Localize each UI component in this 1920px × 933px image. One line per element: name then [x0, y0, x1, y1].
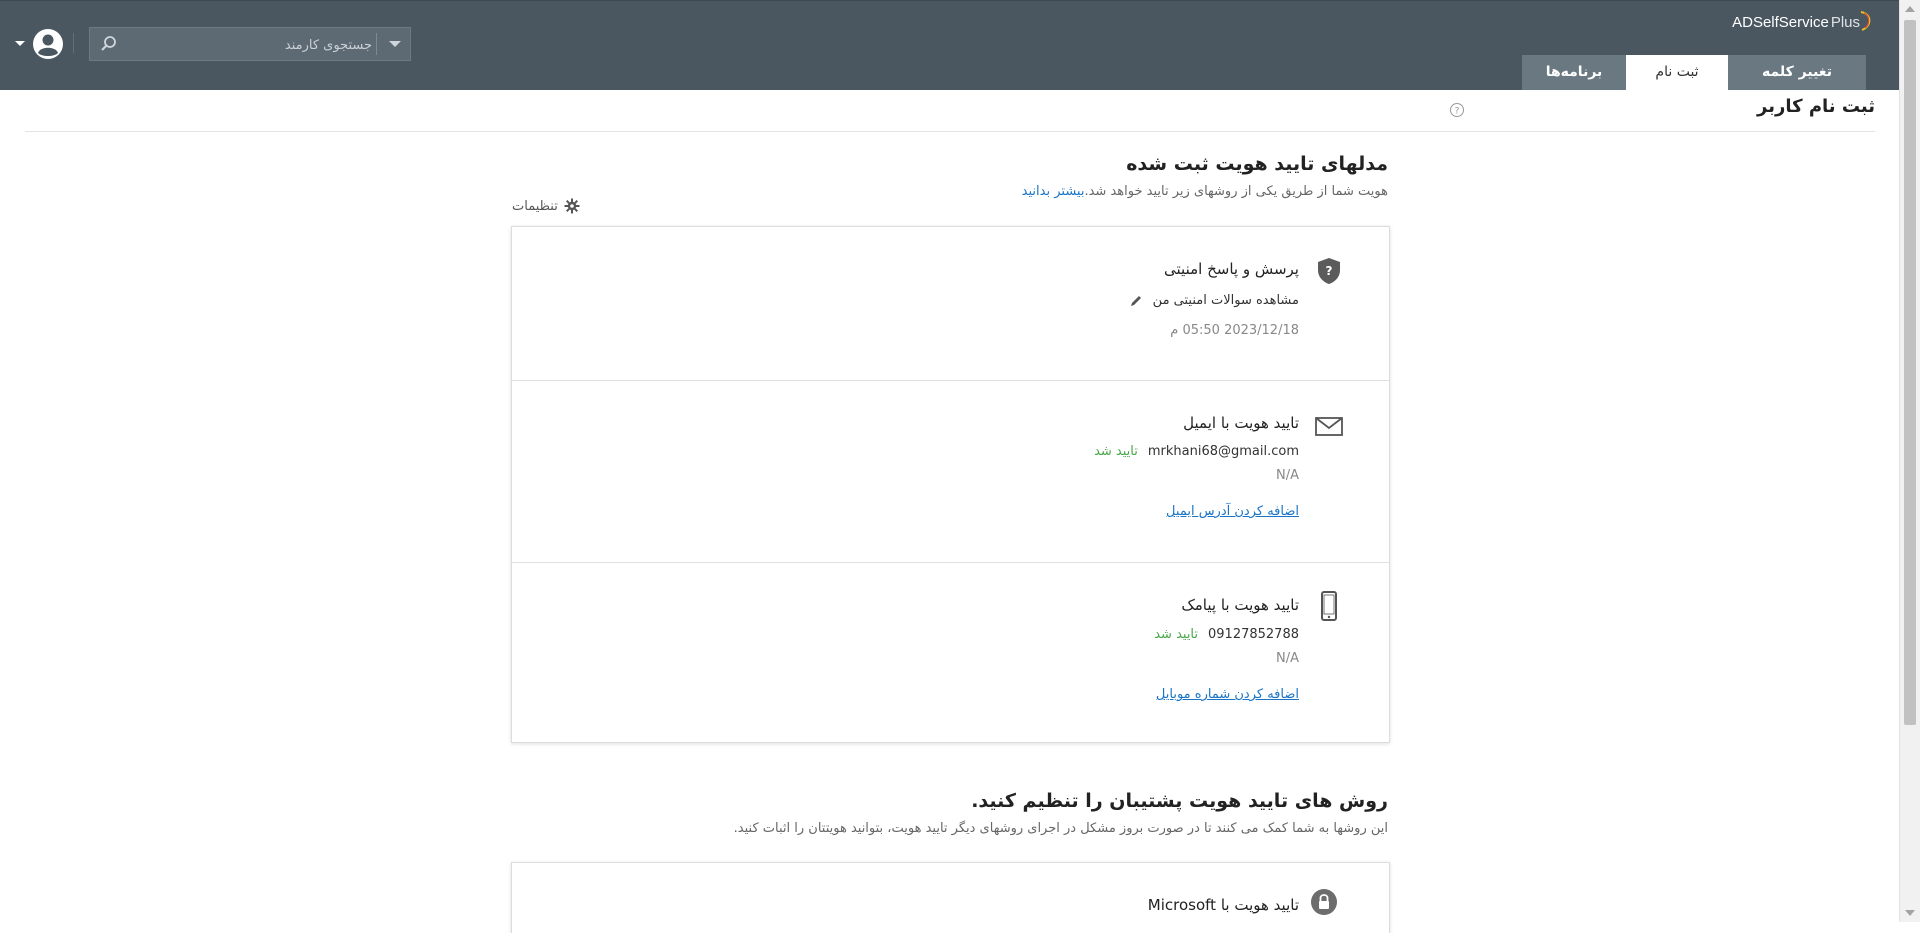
mobile-phone-icon — [1321, 591, 1337, 621]
top-header: ADSelfService Plus تغییر کلمه عبور ثبت ن… — [0, 0, 1900, 115]
pencil-icon[interactable] — [1129, 294, 1143, 308]
page-scrollbar[interactable] — [1899, 0, 1920, 922]
email-extra: N/A — [1276, 468, 1299, 483]
main-tabs: تغییر کلمه عبور ثبت نام برنامه‌ها — [1522, 55, 1866, 115]
brand-plus: Plus — [1830, 14, 1860, 31]
brand-name: ADSelfService — [1732, 14, 1829, 31]
chevron-down-icon[interactable] — [389, 41, 401, 47]
title-divider — [25, 131, 1875, 132]
user-menu-caret-icon[interactable] — [15, 41, 25, 46]
tab-change-password[interactable]: تغییر کلمه عبور — [1728, 55, 1866, 115]
search-divider — [376, 33, 377, 55]
gear-icon — [564, 198, 580, 214]
email-address-row: mrkhani68@gmail.com تایید شد — [1094, 444, 1299, 459]
backup-methods-subtitle: این روشها به شما کمک می کنند تا در صورت … — [733, 821, 1388, 836]
backup-methods-heading: روش های تایید هویت پشتیبان را تنظیم کنید… — [971, 790, 1388, 812]
sms-number-row: 09127852788 تایید شد — [1154, 627, 1299, 642]
add-email-link[interactable]: اضافه کردن آدرس ایمیل — [1166, 504, 1299, 519]
envelope-icon — [1315, 417, 1343, 436]
search-input[interactable] — [120, 28, 374, 62]
logo-swoosh-icon — [1860, 11, 1871, 31]
mobile-number: 09127852788 — [1208, 627, 1299, 642]
view-questions-row[interactable]: مشاهده سوالات امنیتی من — [1129, 293, 1299, 308]
settings-button[interactable]: تنظیمات — [512, 198, 580, 214]
security-qa-timestamp: 2023/12/18 05:50 م — [1170, 323, 1299, 338]
lock-icon — [1311, 889, 1337, 915]
backup-methods-list: تایید هویت با Microsoft — [511, 862, 1390, 933]
registered-methods-list: ? پرسش و پاسخ امنیتی مشاهده سوالات امنیت… — [511, 226, 1390, 743]
sms-verified-badge: تایید شد — [1154, 627, 1199, 642]
tab-enrollment[interactable]: ثبت نام — [1626, 55, 1728, 90]
tab-applications[interactable]: برنامه‌ها — [1522, 55, 1626, 90]
email-title: تایید هویت با ایمیل — [1183, 414, 1299, 432]
svg-text:?: ? — [1455, 107, 1460, 117]
settings-label: تنظیمات — [512, 198, 558, 214]
svg-text:?: ? — [1326, 264, 1333, 278]
employee-search — [89, 27, 411, 62]
registered-methods-subtitle: هویت شما از طریق یکی از روشهای زیر تایید… — [1022, 184, 1388, 199]
learn-more-link[interactable]: بیشتر بدانید — [1022, 184, 1085, 199]
security-qa-title: پرسش و پاسخ امنیتی — [1164, 260, 1299, 278]
user-avatar-icon[interactable] — [32, 28, 64, 60]
search-icon[interactable] — [100, 35, 118, 53]
add-mobile-link[interactable]: اضافه کردن شماره موبایل — [1156, 687, 1299, 702]
microsoft-auth-card: تایید هویت با Microsoft — [512, 863, 1389, 933]
sms-title: تایید هویت با پیامک — [1181, 596, 1299, 614]
email-card: تایید هویت با ایمیل mrkhani68@gmail.com … — [512, 381, 1389, 563]
email-address: mrkhani68@gmail.com — [1147, 444, 1299, 459]
help-icon[interactable]: ? — [1449, 102, 1465, 118]
page-title: ثبت نام کاربر — [1757, 96, 1875, 117]
security-qa-card: ? پرسش و پاسخ امنیتی مشاهده سوالات امنیت… — [512, 227, 1389, 381]
scroll-thumb[interactable] — [1904, 20, 1916, 725]
sms-extra: N/A — [1276, 651, 1299, 666]
app-logo: ADSelfService Plus — [1732, 11, 1871, 31]
view-questions-link[interactable]: مشاهده سوالات امنیتی من — [1153, 293, 1299, 308]
registered-methods-heading: مدلهای تایید هویت ثبت شده — [1126, 153, 1388, 175]
microsoft-auth-title: تایید هویت با Microsoft — [1147, 896, 1299, 914]
add-email-row: اضافه کردن آدرس ایمیل — [1166, 504, 1299, 519]
registered-subtitle-text: هویت شما از طریق یکی از روشهای زیر تایید… — [1084, 184, 1388, 199]
sms-card: تایید هویت با پیامک 09127852788 تایید شد… — [512, 563, 1389, 744]
scroll-up-icon[interactable] — [1905, 6, 1915, 12]
add-mobile-row: اضافه کردن شماره موبایل — [1156, 687, 1299, 702]
email-verified-badge: تایید شد — [1094, 444, 1138, 459]
scroll-down-icon[interactable] — [1905, 910, 1915, 916]
header-divider — [73, 33, 74, 53]
shield-question-icon: ? — [1318, 258, 1340, 284]
